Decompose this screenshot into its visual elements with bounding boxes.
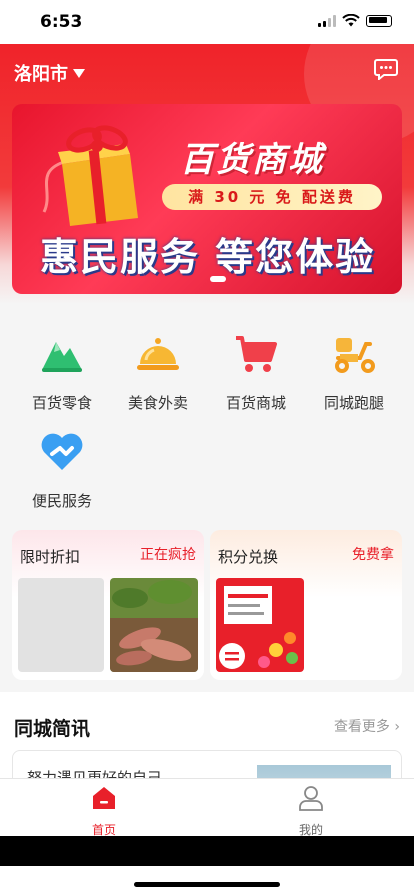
service-label: 便民服务: [31, 492, 92, 510]
gift-box-icon: [42, 125, 138, 226]
city-selector[interactable]: 洛阳市: [14, 60, 85, 86]
flash-sale-card[interactable]: 限时折扣 正在疯抢: [12, 530, 204, 680]
flash-sale-tag: 正在疯抢: [140, 547, 196, 563]
home-icon: [93, 787, 115, 809]
battery-icon: [366, 14, 392, 27]
tab-home[interactable]: 首页: [64, 785, 144, 838]
food-cloche-icon: [137, 338, 179, 370]
service-label: 百货商城: [225, 394, 286, 412]
scooter-icon: [335, 338, 375, 373]
sweet-potato-image[interactable]: [110, 578, 198, 672]
status-icons: [318, 14, 392, 27]
mountain-icon: [42, 342, 82, 372]
service-item-convenience[interactable]: 便民服务: [16, 428, 108, 511]
points-exchange-card[interactable]: 积分兑换 免费拿: [210, 530, 402, 680]
points-exchange-title: 积分兑换: [218, 548, 279, 566]
heart-handshake-icon: [41, 433, 83, 470]
see-more-label: 查看更多: [333, 719, 390, 735]
promo-banner[interactable]: 百货商城 满 30 元 免 配送费 惠民服务 等您体验: [12, 104, 402, 294]
tab-mine[interactable]: 我的: [271, 785, 351, 838]
service-item-errand[interactable]: 同城跑腿: [308, 330, 400, 413]
user-icon: [299, 786, 323, 811]
local-news-title: 同城简讯: [14, 718, 91, 740]
service-item-grocery-snacks[interactable]: 百货零食: [16, 330, 108, 413]
cellular-signal-icon: [318, 14, 336, 27]
status-time: 6:53: [40, 12, 83, 32]
flash-sale-title: 限时折扣: [20, 548, 81, 566]
banner-slogan: 惠民服务 等您体验: [40, 235, 376, 279]
chevron-right-icon: ›: [394, 719, 400, 735]
points-exchange-tag: 免费拿: [352, 547, 394, 563]
banner-title: 百货商城: [180, 140, 324, 180]
status-bar: 6:53: [0, 0, 414, 44]
caret-down-icon: [73, 68, 85, 78]
service-label: 百货零食: [31, 394, 92, 412]
service-label: 美食外卖: [127, 394, 188, 412]
banner-subtitle: 满 30 元 免 配送费: [162, 184, 382, 210]
carousel-indicator: [210, 276, 226, 282]
home-indicator[interactable]: [134, 882, 280, 887]
product-image-placeholder[interactable]: [18, 578, 104, 672]
bottom-safe-area-bar: [0, 836, 414, 866]
service-label: 同城跑腿: [323, 394, 384, 412]
service-item-food-delivery[interactable]: 美食外卖: [112, 330, 204, 413]
message-icon[interactable]: [374, 58, 398, 80]
city-label: 洛阳市: [14, 64, 68, 85]
home-indicator-area: [0, 866, 414, 896]
bottom-tab-bar: 首页 我的: [0, 778, 414, 838]
see-more-link[interactable]: 查看更多 ›: [334, 716, 400, 736]
gift-package-image[interactable]: [216, 578, 304, 672]
shopping-cart-icon: [236, 336, 277, 372]
service-item-department-store[interactable]: 百货商城: [210, 330, 302, 413]
local-news-section: 同城简讯 查看更多 › 努力遇见更好的自己: [0, 692, 414, 810]
wifi-icon: [342, 14, 360, 27]
